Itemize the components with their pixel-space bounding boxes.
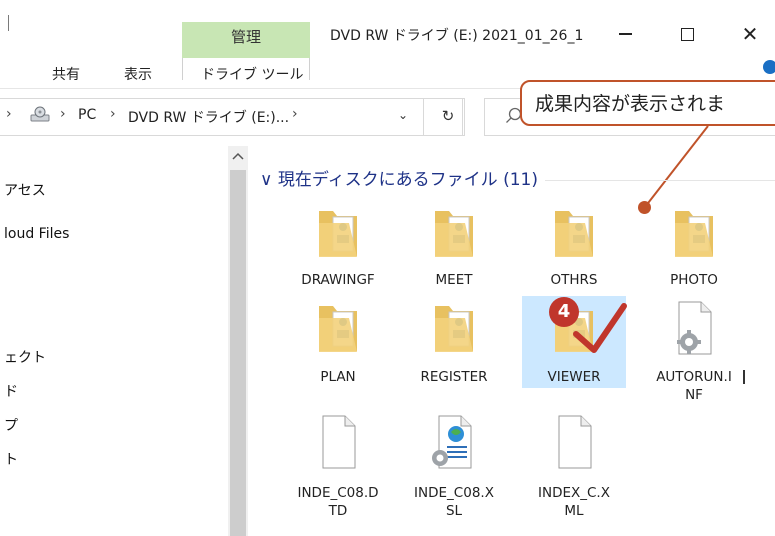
item-label: AUTORUN.INF (656, 369, 732, 403)
folder-item-meet[interactable]: MEET (400, 205, 508, 295)
folder-item-plan[interactable]: PLAN (284, 300, 392, 390)
item-label: INDEX_C.XML (538, 485, 610, 519)
nav-scrollbar-thumb[interactable] (230, 170, 246, 536)
file-item-inde-c08-xsl[interactable]: INDE_C08.XSL (400, 414, 508, 524)
scroll-up-icon[interactable] (230, 150, 246, 162)
checkmark-annotation-icon (573, 303, 627, 353)
item-label: VIEWER (547, 369, 601, 385)
chevron-down-icon: ∨ (260, 170, 273, 190)
item-label: REGISTER (420, 369, 488, 385)
file-item-index-c-xml[interactable]: INDEX_C.XML (520, 414, 628, 524)
folder-icon (319, 306, 357, 352)
document-icon (558, 415, 592, 469)
item-label: DRAWINGF (301, 272, 375, 288)
group-divider (545, 180, 775, 181)
navigation-pane (0, 146, 228, 536)
folder-item-photo[interactable]: PHOTO (640, 205, 748, 295)
folder-icon (319, 211, 357, 257)
document-icon (322, 415, 356, 469)
group-header[interactable]: ∨ 現在ディスクにあるファイル (11) (260, 165, 538, 190)
settings-file-icon (677, 301, 712, 355)
file-item-autorun-inf[interactable]: AUTORUN.INF (640, 300, 748, 410)
folder-icon (435, 306, 473, 352)
file-item-inde-c08-dtd[interactable]: INDE_C08.DTD (284, 414, 392, 524)
item-label: INDE_C08.XSL (414, 485, 494, 519)
nav-item-3d-objects[interactable]: ェクト (4, 347, 46, 367)
folder-icon (675, 211, 713, 257)
nav-item-downloads[interactable]: ド (4, 381, 18, 401)
nav-item-icloud-files[interactable]: loud Files (4, 226, 69, 242)
nav-item-desktop[interactable]: プ (4, 415, 18, 435)
folder-item-drawingf[interactable]: DRAWINGF (284, 205, 392, 295)
xsl-file-icon (432, 415, 472, 469)
folder-item-register[interactable]: REGISTER (400, 300, 508, 390)
group-header-label: 現在ディスクにあるファイル (11) (277, 170, 538, 190)
item-label: OTHRS (550, 272, 598, 288)
folder-item-othrs[interactable]: OTHRS (520, 205, 628, 295)
folder-icon (435, 211, 473, 257)
text-cursor-icon (743, 370, 745, 384)
item-label: PHOTO (670, 272, 718, 288)
nav-item-documents[interactable]: ト (4, 449, 18, 469)
item-label: INDE_C08.DTD (297, 485, 379, 519)
folder-icon (555, 211, 593, 257)
item-label: PLAN (320, 369, 356, 385)
nav-item-quick-access[interactable]: アセス (4, 180, 46, 200)
item-label: MEET (435, 272, 473, 288)
